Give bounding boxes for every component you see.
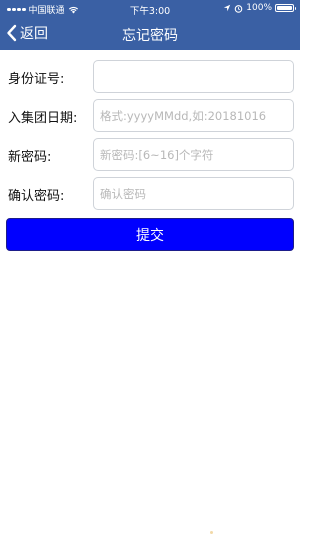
form-row-join-date: 入集团日期: bbox=[0, 99, 300, 133]
join-date-input[interactable] bbox=[93, 99, 294, 132]
page-title: 忘记密码 bbox=[122, 28, 178, 44]
battery-icon bbox=[275, 4, 296, 12]
confirm-password-input[interactable] bbox=[93, 177, 294, 210]
form-row-new-password: 新密码: bbox=[0, 138, 300, 172]
nav-bar: 返回 忘记密码 bbox=[0, 18, 300, 50]
app-header: 中国联通 下午3:00 100% 返回 忘记密码 bbox=[0, 0, 300, 50]
battery-percent: 100% bbox=[246, 3, 272, 13]
status-bar: 中国联通 下午3:00 100% bbox=[0, 0, 300, 17]
join-date-label: 入集团日期: bbox=[8, 111, 78, 126]
decorative-dot bbox=[210, 531, 213, 534]
form-row-confirm-password: 确认密码: bbox=[0, 177, 300, 211]
form-row-id-number: 身份证号: bbox=[0, 60, 300, 94]
alarm-icon bbox=[234, 4, 243, 13]
location-icon bbox=[224, 4, 231, 12]
id-number-input[interactable] bbox=[93, 60, 294, 93]
confirm-password-label: 确认密码: bbox=[8, 189, 65, 204]
id-number-label: 身份证号: bbox=[8, 72, 65, 87]
new-password-input[interactable] bbox=[93, 138, 294, 171]
submit-button[interactable]: 提交 bbox=[6, 218, 294, 251]
new-password-label: 新密码: bbox=[8, 150, 52, 165]
status-right: 100% bbox=[223, 3, 296, 13]
